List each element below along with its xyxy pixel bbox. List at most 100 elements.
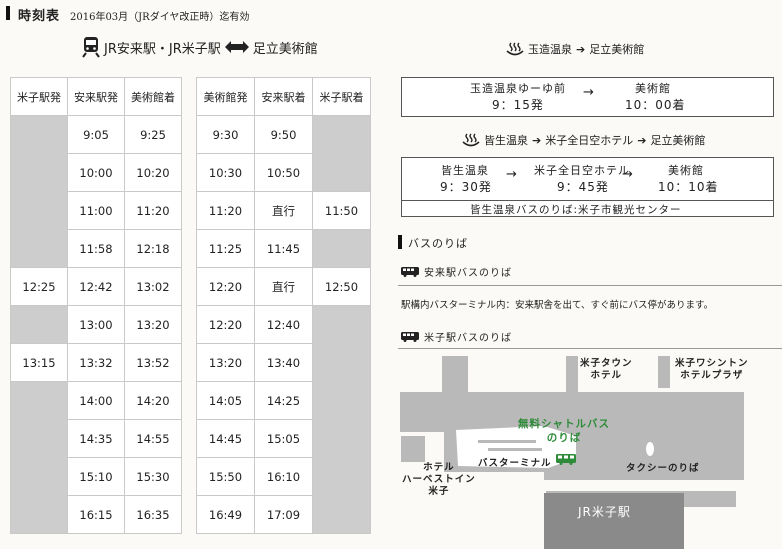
column-header: 米子駅着 (312, 77, 371, 116)
column-header: 美術館発 (196, 77, 255, 116)
map-label-bus-terminal: バスターミナル (478, 458, 552, 469)
map-block (566, 356, 578, 398)
departure-time: 9：30発 (440, 180, 492, 194)
empty-cell (312, 305, 371, 534)
section-accent-bar (398, 235, 402, 249)
table-row: 9:05 9:25 (10, 115, 182, 268)
time-cell: 12:40 (254, 305, 313, 344)
time-cell: 16:10 (254, 457, 313, 496)
column-header: 安来駅発 (67, 77, 125, 116)
empty-cell (10, 305, 68, 344)
pickup-location: 皆生温泉バスのりば:米子市観光センター (470, 204, 682, 216)
map-label-jr-yonago-station: JR米子駅 (578, 505, 631, 519)
time-cell: 11:20 (196, 191, 255, 230)
time-cell: 13:40 (254, 343, 313, 382)
time-cell: 11:00 (67, 191, 125, 230)
arrow-right-icon: → (583, 85, 594, 100)
timetable-outbound: 米子駅発 安来駅発 美術館着 9:05 9:25 10:00 10:20 11:00… (10, 77, 182, 534)
time-cell: 9:25 (124, 115, 182, 154)
arrow-right-icon: ➔ (576, 42, 586, 56)
double-arrow-icon (224, 41, 249, 53)
bus-icon (401, 331, 419, 342)
stop-name: 美術館 (668, 164, 704, 177)
departure-time: 9：15発 (492, 98, 544, 112)
yasugi-bus-heading: 安来駅バスのりば (401, 264, 512, 279)
map-label-town-hotel: 米子タウン ホテル (580, 358, 633, 381)
time-cell: 直行 (254, 191, 313, 230)
bus-icon (401, 266, 419, 277)
header-accent-bar (6, 6, 10, 20)
empty-cell (312, 229, 371, 268)
time-cell: 12:18 (124, 229, 182, 268)
yasugi-bus-description: 駅構内バスターミナル内：安来駅舎を出て、すぐ前にバス停があります。 (401, 300, 714, 311)
stop-name: 美術館 (635, 82, 671, 95)
time-cell: 9:50 (254, 115, 313, 154)
stop-name: 玉造温泉ゆーゆ前 (470, 82, 566, 95)
time-cell: 10:30 (196, 153, 255, 192)
column-header: 安来駅着 (254, 77, 313, 116)
time-cell: 13:00 (67, 305, 125, 344)
time-cell: 15:05 (254, 419, 313, 458)
time-cell: 12:20 (196, 267, 255, 306)
route-via: 米子全日空ホテル (545, 134, 634, 147)
time-cell: 11:25 (196, 229, 255, 268)
map-label-harvest-inn: ホテル ハーベストイン 米子 (402, 462, 476, 497)
divider (398, 285, 782, 286)
time-cell: 10:50 (254, 153, 313, 192)
time-cell: 16:35 (124, 495, 182, 534)
arrival-time: 10：10着 (658, 180, 719, 194)
time-cell: 12:25 (10, 267, 68, 306)
table-row: 11:25 11:45 (196, 229, 371, 268)
route-heading-left: JR安来駅・JR米子駅 足立美術館 (82, 36, 318, 58)
time-cell: 15:50 (196, 457, 255, 496)
map-block (658, 356, 670, 388)
route-to: 足立美術館 (252, 41, 318, 57)
table-row: 13:00 13:20 (10, 305, 182, 344)
validity-note: 2016年03月（JRダイヤ改正時）迄有効 (70, 12, 250, 23)
arrow-right-icon: → (622, 167, 633, 182)
time-cell: 10:00 (67, 153, 125, 192)
table-row: 14:00 14:20 (10, 381, 182, 534)
map-label-taxi-stand: タクシーのりば (626, 463, 700, 474)
time-cell: 13:20 (196, 343, 255, 382)
time-cell: 9:30 (196, 115, 255, 154)
time-cell: 13:02 (124, 267, 182, 306)
tamatsukuri-heading: 玉造温泉 ➔ 足立美術館 (506, 41, 644, 57)
time-cell: 11:45 (254, 229, 313, 268)
time-cell: 14:55 (124, 419, 182, 458)
yonago-bus-title: 米子駅バスのりば (424, 333, 512, 344)
yasugi-bus-title: 安来駅バスのりば (424, 268, 512, 279)
route-to: 足立美術館 (650, 134, 706, 147)
time-cell: 15:10 (67, 457, 125, 496)
time-cell: 15:30 (124, 457, 182, 496)
station-building (544, 493, 684, 549)
time-cell: 12:20 (196, 305, 255, 344)
time-cell: 9:05 (67, 115, 125, 154)
empty-cell (312, 115, 371, 192)
hotel-block (401, 436, 425, 462)
time-cell: 13:15 (10, 343, 68, 382)
time-cell: 13:52 (124, 343, 182, 382)
arrow-right-icon: ➔ (637, 133, 647, 147)
taxi-stand-marker (646, 442, 654, 456)
time-cell: 14:45 (196, 419, 255, 458)
time-cell: 11:50 (312, 191, 371, 230)
bus-terminal-lane (488, 448, 542, 451)
time-cell: 14:05 (196, 381, 255, 420)
train-icon (82, 37, 100, 58)
arrow-right-icon: → (506, 167, 517, 182)
section-title: バスのりば (408, 237, 468, 250)
time-cell: 13:20 (124, 305, 182, 344)
divider (401, 200, 774, 201)
departure-time: 9：45発 (557, 180, 609, 194)
time-cell: 14:20 (124, 381, 182, 420)
hot-spring-icon (506, 42, 524, 56)
timetable-return: 美術館発 安来駅着 米子駅着 9:30 9:50 10:30 10:50 11:20… (196, 77, 371, 534)
arrival-time: 10：00着 (625, 98, 686, 112)
map-label-shuttle-stop: 無料シャトルバス のりば (518, 418, 610, 444)
time-cell: 16:15 (67, 495, 125, 534)
route-from: JR安来駅・JR米子駅 (104, 41, 221, 57)
table-row: 12:20 直行 12:50 (196, 267, 371, 306)
route-to: 足立美術館 (589, 43, 645, 56)
kaike-heading: 皆生温泉 ➔ 米子全日空ホテル ➔ 足立美術館 (462, 132, 705, 148)
